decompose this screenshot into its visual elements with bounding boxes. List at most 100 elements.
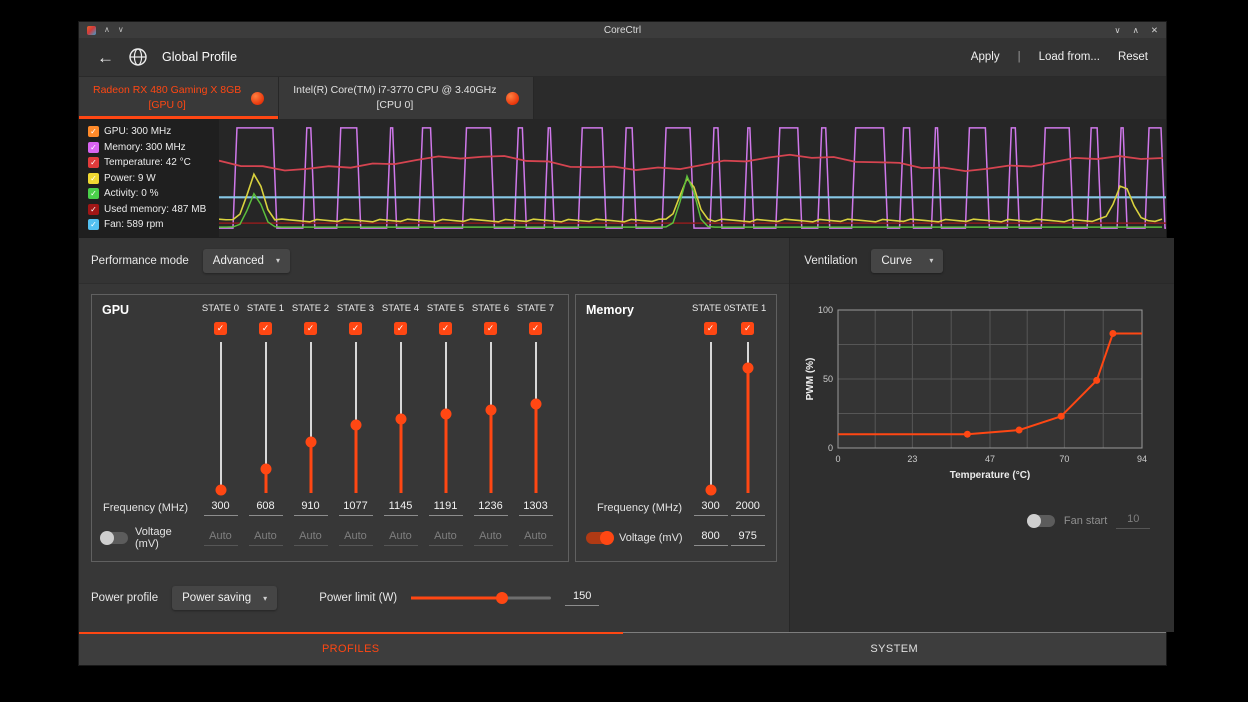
frequency-slider[interactable]: [198, 342, 243, 493]
state-checkbox[interactable]: [349, 322, 362, 335]
close-button[interactable]: ✕: [1151, 26, 1158, 35]
tab-system[interactable]: SYSTEM: [623, 632, 1167, 665]
state-column: STATE 3 1077 Auto: [333, 303, 378, 553]
frequency-slider[interactable]: [288, 342, 333, 493]
fan-start-toggle[interactable]: [1029, 515, 1055, 527]
slider-handle[interactable]: [350, 420, 361, 431]
ventilation-panel: Ventilation Curve 023477094050100Tempera…: [789, 238, 1174, 632]
slider-handle[interactable]: [742, 362, 753, 373]
state-checkbox[interactable]: [394, 322, 407, 335]
frequency-value[interactable]: 910: [294, 500, 328, 516]
series-checkbox[interactable]: [88, 188, 99, 199]
voltage-value[interactable]: Auto: [249, 530, 283, 546]
frequency-slider[interactable]: [243, 342, 288, 493]
state-checkbox[interactable]: [214, 322, 227, 335]
svg-text:0: 0: [828, 443, 833, 453]
voltage-value[interactable]: Auto: [474, 530, 508, 546]
slider-track: [220, 342, 222, 493]
series-checkbox[interactable]: [88, 126, 99, 137]
chevron-up-icon[interactable]: ∧: [104, 26, 110, 34]
voltage-value[interactable]: 800: [694, 530, 728, 546]
voltage-value[interactable]: Auto: [384, 530, 418, 546]
gpu-voltage-toggle[interactable]: [102, 532, 128, 544]
frequency-value[interactable]: 608: [249, 500, 283, 516]
svg-text:PWM (%): PWM (%): [805, 358, 816, 401]
state-checkbox[interactable]: [484, 322, 497, 335]
bottom-tab-bar: PROFILES SYSTEM: [79, 632, 1166, 665]
fan-start-value[interactable]: 10: [1116, 513, 1150, 529]
gpu-voltage-label: Voltage (mV): [135, 526, 198, 550]
frequency-slider[interactable]: [513, 342, 558, 493]
load-from-button[interactable]: Load from...: [1039, 51, 1100, 63]
voltage-value[interactable]: Auto: [294, 530, 328, 546]
tab-gpu[interactable]: Radeon RX 480 Gaming X 8GB [GPU 0]: [79, 77, 279, 119]
slider-handle[interactable]: [215, 484, 226, 495]
ventilation-mode-dropdown[interactable]: Curve: [871, 249, 943, 273]
chevron-down-icon[interactable]: ∨: [118, 26, 124, 34]
series-checkbox[interactable]: [88, 142, 99, 153]
frequency-slider[interactable]: [692, 342, 729, 493]
series-checkbox[interactable]: [88, 204, 99, 215]
svg-text:94: 94: [1137, 454, 1147, 464]
state-checkbox[interactable]: [704, 322, 717, 335]
voltage-value[interactable]: Auto: [519, 530, 553, 546]
tab-profiles[interactable]: PROFILES: [79, 632, 623, 665]
sensor-graph: [219, 119, 1166, 237]
frequency-slider[interactable]: [423, 342, 468, 493]
slider-handle[interactable]: [305, 436, 316, 447]
power-profile-dropdown[interactable]: Power saving: [172, 586, 277, 610]
frequency-value[interactable]: 1145: [384, 500, 418, 516]
frequency-slider[interactable]: [468, 342, 513, 493]
frequency-value[interactable]: 1077: [339, 500, 373, 516]
slider-handle[interactable]: [705, 484, 716, 495]
slider-handle[interactable]: [485, 404, 496, 415]
frequency-slider[interactable]: [729, 342, 766, 493]
state-checkbox[interactable]: [304, 322, 317, 335]
state-column: STATE 1 608 Auto: [243, 303, 288, 553]
frequency-value[interactable]: 2000: [731, 500, 765, 516]
slider-handle[interactable]: [260, 463, 271, 474]
frequency-slider[interactable]: [378, 342, 423, 493]
slider-track: [710, 342, 712, 493]
performance-mode-dropdown[interactable]: Advanced: [203, 249, 290, 273]
frequency-slider[interactable]: [333, 342, 378, 493]
memory-voltage-toggle[interactable]: [586, 532, 612, 544]
slider-handle[interactable]: [496, 592, 508, 604]
frequency-value[interactable]: 1303: [519, 500, 553, 516]
minimize-button[interactable]: ∨: [1114, 26, 1120, 35]
slider-handle[interactable]: [395, 414, 406, 425]
fan-curve-chart[interactable]: 023477094050100Temperature (°C)PWM (%): [802, 298, 1154, 494]
state-checkbox[interactable]: [529, 322, 542, 335]
state-checkbox[interactable]: [741, 322, 754, 335]
series-checkbox[interactable]: [88, 219, 99, 230]
power-limit-slider[interactable]: [411, 591, 551, 605]
voltage-value[interactable]: Auto: [429, 530, 463, 546]
state-checkbox[interactable]: [439, 322, 452, 335]
series-checkbox[interactable]: [88, 173, 99, 184]
frequency-value[interactable]: 1191: [429, 500, 463, 516]
slider-handle[interactable]: [440, 409, 451, 420]
voltage-value[interactable]: Auto: [339, 530, 373, 546]
titlebar: ∧ ∨ CoreCtrl ∨ ∧ ✕: [79, 22, 1166, 38]
ventilation-label: Ventilation: [804, 255, 857, 267]
power-limit-value[interactable]: 150: [565, 590, 599, 606]
apply-button[interactable]: Apply: [971, 51, 1000, 63]
frequency-value[interactable]: 300: [694, 500, 728, 516]
power-profile-value: Power saving: [182, 592, 251, 604]
maximize-button[interactable]: ∧: [1133, 26, 1139, 35]
state-label: STATE 7: [517, 303, 554, 317]
voltage-value[interactable]: Auto: [204, 530, 238, 546]
voltage-value[interactable]: 975: [731, 530, 765, 546]
frequency-value[interactable]: 300: [204, 500, 238, 516]
svg-text:70: 70: [1060, 454, 1070, 464]
series-checkbox[interactable]: [88, 157, 99, 168]
svg-text:23: 23: [908, 454, 918, 464]
slider-handle[interactable]: [530, 398, 541, 409]
tab-cpu[interactable]: Intel(R) Core(TM) i7-3770 CPU @ 3.40GHz …: [279, 77, 534, 119]
gpu-labels: GPU Frequency (MHz) Voltage (mV): [102, 303, 198, 553]
reset-button[interactable]: Reset: [1118, 51, 1148, 63]
back-button[interactable]: [97, 49, 114, 66]
frequency-value[interactable]: 1236: [474, 500, 508, 516]
state-checkbox[interactable]: [259, 322, 272, 335]
svg-text:47: 47: [985, 454, 995, 464]
